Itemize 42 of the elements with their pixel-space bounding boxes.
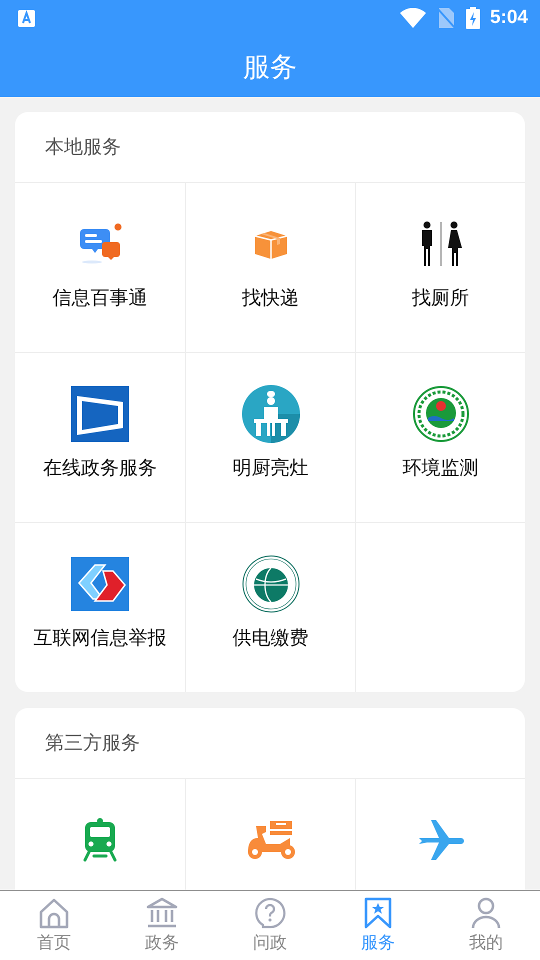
service-tile[interactable]: 供电缴费 xyxy=(185,522,355,692)
environment-emblem-icon xyxy=(412,386,468,442)
service-tile[interactable]: 找快递 xyxy=(185,182,355,352)
train-icon xyxy=(82,818,118,862)
airplane-icon xyxy=(418,819,464,861)
service-tile[interactable]: 明厨亮灶 xyxy=(185,352,355,522)
clock-time: 5:04 xyxy=(490,7,528,29)
service-label: 找快递 xyxy=(242,286,299,311)
bank-icon xyxy=(146,897,178,929)
chat-bubbles-icon xyxy=(78,223,122,265)
service-tile[interactable]: 环境监测 xyxy=(355,352,525,522)
service-label: 环境监测 xyxy=(402,456,478,481)
power-grid-logo-icon xyxy=(242,555,300,613)
person-icon xyxy=(470,897,502,929)
service-label: 明厨亮灶 xyxy=(232,456,308,481)
service-tile[interactable]: 找厕所 xyxy=(355,182,525,352)
help-icon xyxy=(254,897,286,929)
nav-tab[interactable]: 政务 xyxy=(108,891,216,960)
service-label: 互联网信息举报 xyxy=(34,626,166,651)
service-tile[interactable]: 互联网信息举报 xyxy=(15,522,185,692)
service-tile[interactable]: 信息百事通 xyxy=(15,182,185,352)
wifi-icon xyxy=(400,8,426,28)
nav-tab[interactable]: 问政 xyxy=(216,891,324,960)
service-label: 找厕所 xyxy=(412,286,469,311)
nav-tab[interactable]: 首页 xyxy=(0,891,108,960)
parcel-box-icon xyxy=(252,228,288,260)
battery-charging-icon xyxy=(466,7,480,29)
app-notification-icon xyxy=(18,10,35,26)
service-tile[interactable]: 在线政务服务 xyxy=(15,352,185,522)
section-title: 第三方服务 xyxy=(45,731,140,756)
nav-tab[interactable]: 我的 xyxy=(432,891,540,960)
scooter-icon xyxy=(246,820,296,860)
home-icon xyxy=(38,897,70,929)
service-label: 在线政务服务 xyxy=(43,456,157,481)
service-label: 供电缴费 xyxy=(232,626,308,651)
report-logo-icon xyxy=(71,557,129,611)
chef-icon xyxy=(242,385,300,443)
section-title: 本地服务 xyxy=(45,135,121,160)
government-affairs-icon xyxy=(71,386,129,442)
bookmark-star-icon xyxy=(364,897,392,929)
page-title: 服务 xyxy=(243,50,297,84)
service-label: 信息百事通 xyxy=(52,286,148,311)
